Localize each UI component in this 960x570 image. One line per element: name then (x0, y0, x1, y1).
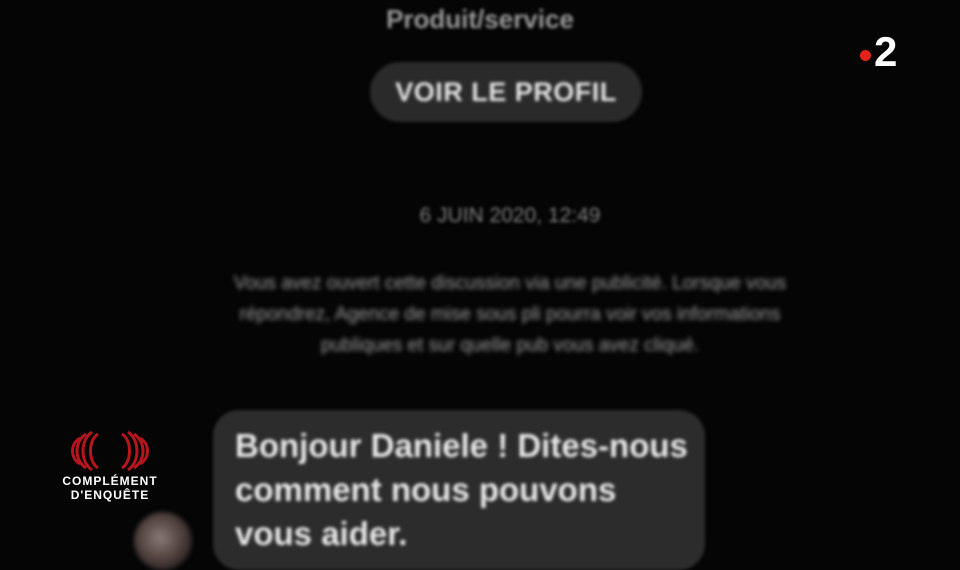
view-profile-button[interactable]: VOIR LE PROFIL (370, 62, 642, 122)
ad-notice-text: Vous avez ouvert cette discussion via un… (233, 273, 787, 356)
message-timestamp: 6 JUIN 2020, 12:49 (419, 204, 601, 227)
show-logo: COMPLÉMENT D'ENQUÊTE (48, 430, 172, 504)
channel-dot-icon (860, 50, 871, 61)
sender-avatar (134, 512, 192, 570)
message-text: Bonjour Daniele ! Dites-nous comment nou… (235, 427, 688, 552)
profile-subtitle: Produit/service (386, 4, 574, 34)
channel-logo: 2 (860, 28, 910, 76)
sound-wave-icon (71, 430, 149, 472)
show-title-line2: D'ENQUÊTE (70, 488, 150, 502)
show-title-line1: COMPLÉMENT (62, 474, 158, 488)
channel-number: 2 (874, 28, 898, 75)
